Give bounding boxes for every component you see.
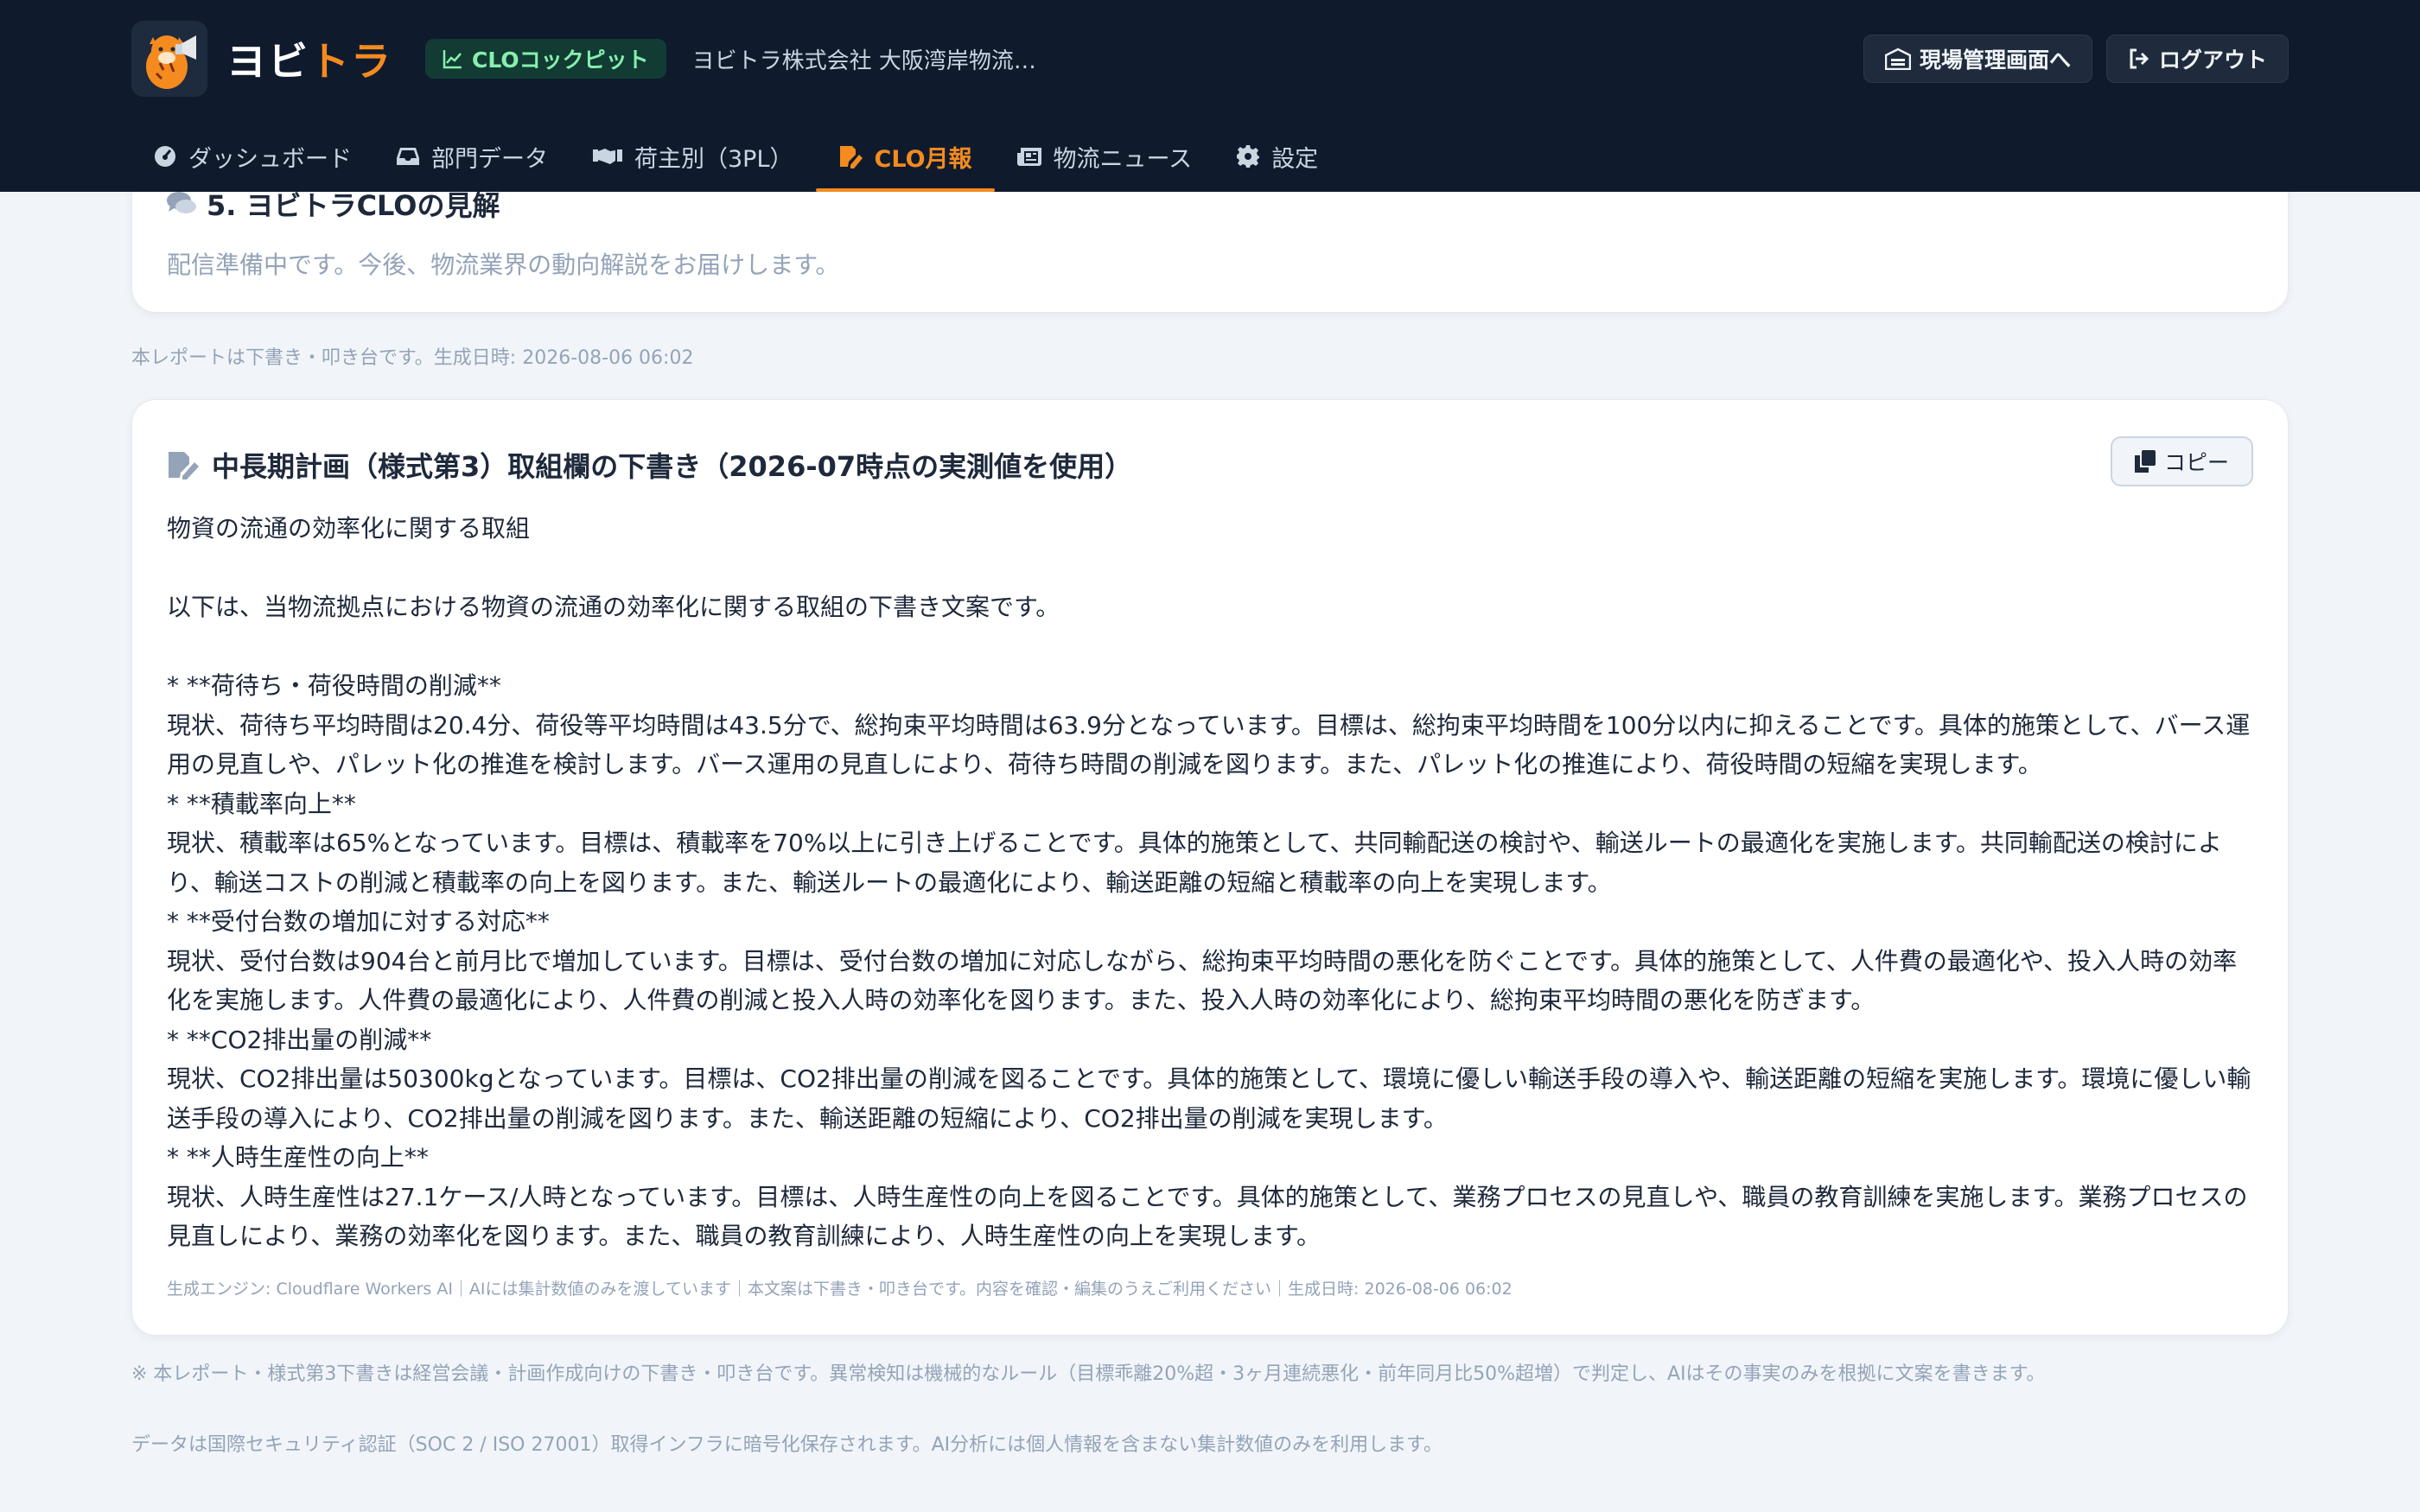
nav-settings[interactable]: 設定 [1214, 121, 1341, 192]
comments-icon [167, 192, 196, 213]
newspaper-icon [1016, 148, 1041, 166]
draft-line: 現状、CO2排出量は50300kgとなっています。目標は、CO2排出量の削減を図… [167, 1064, 2251, 1133]
warehouse-icon [1884, 48, 1911, 70]
draft-footer: 生成エンジン: Cloudflare Workers AI｜AIには集計数値のみ… [167, 1280, 1512, 1299]
nav-settings-label: 設定 [1271, 145, 1319, 173]
nav-logistics-news-label: 物流ニュース [1053, 145, 1193, 173]
copy-button[interactable]: コピー [2110, 436, 2253, 486]
file-signature-icon [169, 452, 199, 480]
clo-cockpit-badge: CLOコックピット [425, 39, 666, 79]
site-management-label: 現場管理画面へ [1919, 48, 2071, 73]
draft-line: 物資の流通の効率化に関する取組 [167, 514, 531, 543]
draft-body: 物資の流通の効率化に関する取組 以下は、当物流拠点における物資の流通の効率化に関… [167, 509, 2253, 1256]
logout-label: ログアウト [2158, 48, 2267, 73]
main-nav: ダッシュボード 部門データ 荷主別（3PL） CLO月報 物流ニュース 設定 [131, 121, 1341, 192]
draft-line: 現状、荷待ち平均時間は20.4分、荷役等平均時間は43.5分で、総拘束平均時間は… [167, 710, 2251, 779]
nav-department-data[interactable]: 部門データ [374, 121, 570, 192]
copy-button-label: コピー [2163, 450, 2229, 475]
logout-button[interactable]: ログアウト [2105, 35, 2289, 83]
report-meta: 本レポートは下書き・叩き台です。生成日時: 2026-08-06 06:02 [131, 347, 694, 369]
sign-out-icon [2130, 48, 2149, 69]
draft-line: * **CO2排出量の削減** [167, 1025, 432, 1054]
draft-heading: 中長期計画（様式第3）取組欄の下書き（2026-07時点の実測値を使用） [167, 445, 1132, 485]
draft-blank-line [167, 627, 2253, 667]
site-management-button[interactable]: 現場管理画面へ [1863, 35, 2092, 83]
company-name: ヨビトラ株式会社 大阪湾岸物流セ... [691, 48, 1055, 74]
nav-shipper[interactable]: 荷主別（3PL） [570, 121, 816, 192]
clo-view-body: 配信準備中です。今後、物流業界の動向解説をお届けします。 [167, 251, 840, 279]
nav-clo-monthly[interactable]: CLO月報 [815, 121, 995, 192]
tiger-logo-icon[interactable] [131, 21, 207, 97]
nav-shipper-label: 荷主別（3PL） [634, 145, 793, 173]
security-note: データは国際セキュリティ認証（SOC 2 / ISO 27001）取得インフラに… [131, 1434, 1442, 1456]
draft-line: 現状、受付台数は904台と前月比で増加しています。目標は、受付台数の増加に対応し… [167, 946, 2238, 1015]
draft-title: 中長期計画（様式第3）取組欄の下書き（2026-07時点の実測値を使用） [212, 450, 1133, 483]
draft-line: * **受付台数の増加に対する対応** [167, 907, 550, 936]
header-row: ヨビトラ CLOコックピット ヨビトラ株式会社 大阪湾岸物流セ... 現場管理画… [131, 21, 2289, 97]
brand-part1: ヨビ [226, 38, 309, 85]
copy-icon [2134, 450, 2156, 473]
draft-line: * **積載率向上** [167, 789, 356, 818]
draft-line: * **荷待ち・荷役時間の削減** [167, 671, 501, 700]
draft-line: 以下は、当物流拠点における物資の流通の効率化に関する取組の下書き文案です。 [167, 593, 1060, 621]
top-header: ヨビトラ CLOコックピット ヨビトラ株式会社 大阪湾岸物流セ... 現場管理画… [0, 0, 2420, 192]
nav-dashboard[interactable]: ダッシュボード [131, 121, 374, 192]
nav-dashboard-label: ダッシュボード [188, 145, 352, 173]
brand-part2: トラ [309, 38, 392, 85]
brand-name: ヨビトラ [226, 30, 392, 87]
chart-line-icon [443, 50, 462, 69]
disclaimer-note: ※ 本レポート・様式第3下書きは経営会議・計画作成向けの下書き・叩き台です。異常… [131, 1363, 2046, 1385]
nav-clo-monthly-label: CLO月報 [874, 145, 972, 173]
file-pen-icon [839, 146, 863, 168]
draft-blank-line [167, 549, 2253, 588]
inbox-icon [397, 148, 419, 165]
draft-line: 現状、積載率は65%となっています。目標は、積載率を70%以上に引き上げることで… [167, 829, 2222, 897]
draft-line: 現状、人時生産性は27.1ケース/人時となっています。目標は、人時生産性の向上を… [167, 1182, 2248, 1251]
draft-card: 中長期計画（様式第3）取組欄の下書き（2026-07時点の実測値を使用） コピー… [131, 399, 2289, 1336]
gear-icon [1237, 145, 1260, 168]
gauge-icon [155, 146, 175, 167]
nav-logistics-news[interactable]: 物流ニュース [995, 121, 1215, 192]
nav-department-data-label: 部門データ [431, 145, 548, 173]
badge-label: CLOコックピット [472, 48, 649, 73]
handshake-icon [593, 149, 622, 164]
draft-line: * **人時生産性の向上** [167, 1143, 429, 1172]
